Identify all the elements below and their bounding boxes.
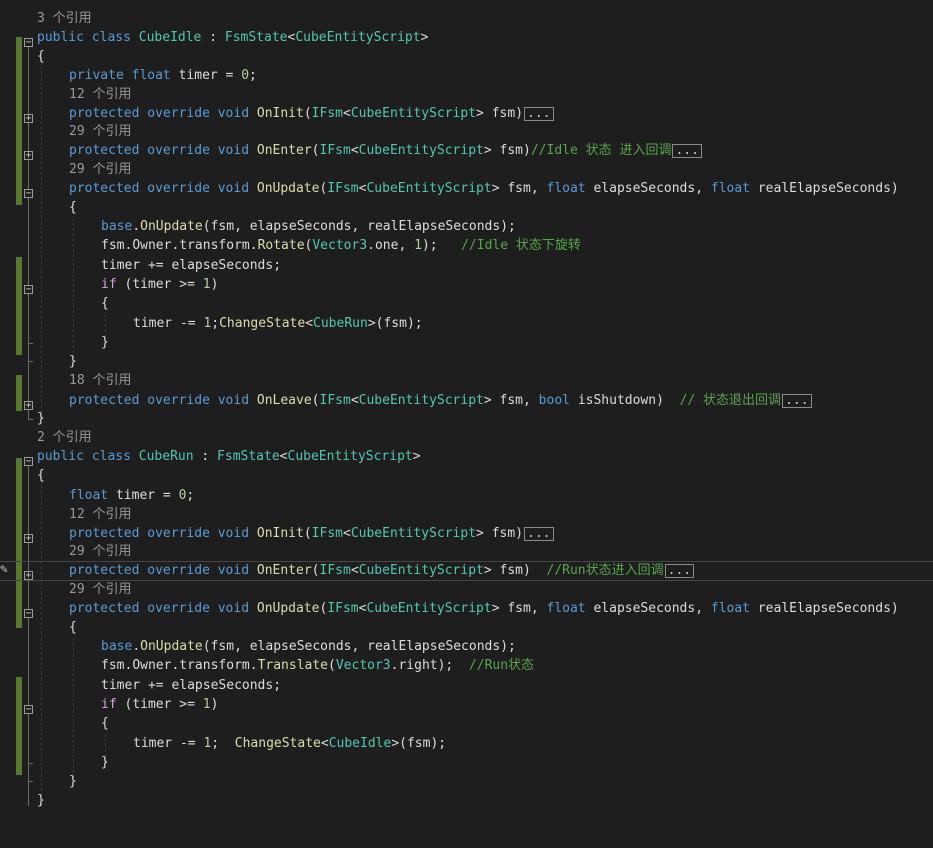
- code-line: float timer = 0;: [69, 488, 195, 503]
- code-line: {: [69, 200, 77, 215]
- code-line: fsm.Owner.transform.Rotate(Vector3.one, …: [101, 238, 581, 253]
- code-line: timer -= 1; ChangeState<CubeIdle>(fsm);: [133, 736, 447, 751]
- code-line: base.OnUpdate(fsm, elapseSeconds, realEl…: [101, 219, 516, 234]
- code-line: protected override void OnEnter(IFsm<Cub…: [0, 141, 933, 160]
- codelens-references[interactable]: 3 个引用: [37, 9, 92, 28]
- codelens-references[interactable]: 29 个引用: [69, 580, 131, 599]
- code-line: private float timer = 0;: [69, 68, 257, 83]
- current-line: protected override void OnEnter(IFsm<Cub…: [0, 561, 933, 581]
- code-line: }: [101, 755, 109, 770]
- collapsed-block-button[interactable]: ...: [664, 563, 695, 578]
- code-line: base.OnUpdate(fsm, elapseSeconds, realEl…: [101, 639, 516, 654]
- code-line: 29 个引用: [0, 122, 933, 141]
- code-line: }: [37, 411, 45, 426]
- code-line: {: [101, 716, 109, 731]
- codelens-references[interactable]: 2 个引用: [37, 428, 92, 447]
- code-line: timer -= 1;ChangeState<CubeRun>(fsm);: [133, 316, 423, 331]
- code-line: 29 个引用: [0, 160, 933, 179]
- code-line: {: [69, 620, 77, 635]
- code-line: timer += elapseSeconds;: [101, 678, 282, 693]
- code-line: public class CubeIdle : FsmState<CubeEnt…: [37, 30, 429, 45]
- class-name: CubeIdle: [138, 30, 202, 45]
- code-line: protected override void OnInit(IFsm<Cube…: [0, 104, 933, 123]
- collapsed-block-button[interactable]: ...: [524, 526, 554, 541]
- code-line: 29 个引用: [0, 542, 933, 561]
- code-line: protected override void OnInit(IFsm<Cube…: [0, 524, 933, 543]
- code-line: 2 个引用: [0, 428, 933, 447]
- code-editor[interactable]: − + + − − + − + + − − ✎ 3 个引用 public cla…: [0, 0, 933, 808]
- codelens-references[interactable]: 29 个引用: [69, 160, 131, 179]
- class-name: CubeRun: [138, 449, 194, 464]
- code-line: if (timer >= 1): [101, 697, 219, 712]
- codelens-references[interactable]: 18 个引用: [69, 371, 131, 390]
- codelens-references[interactable]: 29 个引用: [69, 542, 131, 561]
- collapsed-block-button[interactable]: ...: [524, 106, 554, 121]
- code-line: {: [37, 49, 45, 64]
- code-line: }: [69, 354, 77, 369]
- code-line: 12 个引用: [0, 85, 933, 104]
- code-line: }: [101, 335, 109, 350]
- code-line: if (timer >= 1): [101, 277, 219, 292]
- codelens-references[interactable]: 12 个引用: [69, 505, 131, 524]
- code-line: 18 个引用: [0, 371, 933, 390]
- code-line: timer += elapseSeconds;: [101, 258, 282, 273]
- collapsed-block-button[interactable]: ...: [782, 393, 812, 408]
- codelens-references[interactable]: 12 个引用: [69, 85, 131, 104]
- codelens-references[interactable]: 29 个引用: [69, 122, 131, 141]
- code-line: }: [69, 774, 77, 789]
- code-line: }: [37, 793, 45, 808]
- collapsed-block-button[interactable]: ...: [672, 143, 702, 158]
- code-line: 29 个引用: [0, 580, 933, 599]
- code-line: public class CubeRun : FsmState<CubeEnti…: [37, 449, 421, 464]
- code-line: {: [101, 296, 109, 311]
- code-line: fsm.Owner.transform.Translate(Vector3.ri…: [101, 658, 535, 673]
- code-line: {: [37, 468, 45, 483]
- code-line: protected override void OnLeave(IFsm<Cub…: [0, 391, 933, 410]
- code-line: 12 个引用: [0, 505, 933, 524]
- code-line: protected override void OnUpdate(IFsm<Cu…: [69, 601, 899, 616]
- code-line: 3 个引用: [0, 9, 933, 28]
- code-line: protected override void OnUpdate(IFsm<Cu…: [69, 181, 899, 196]
